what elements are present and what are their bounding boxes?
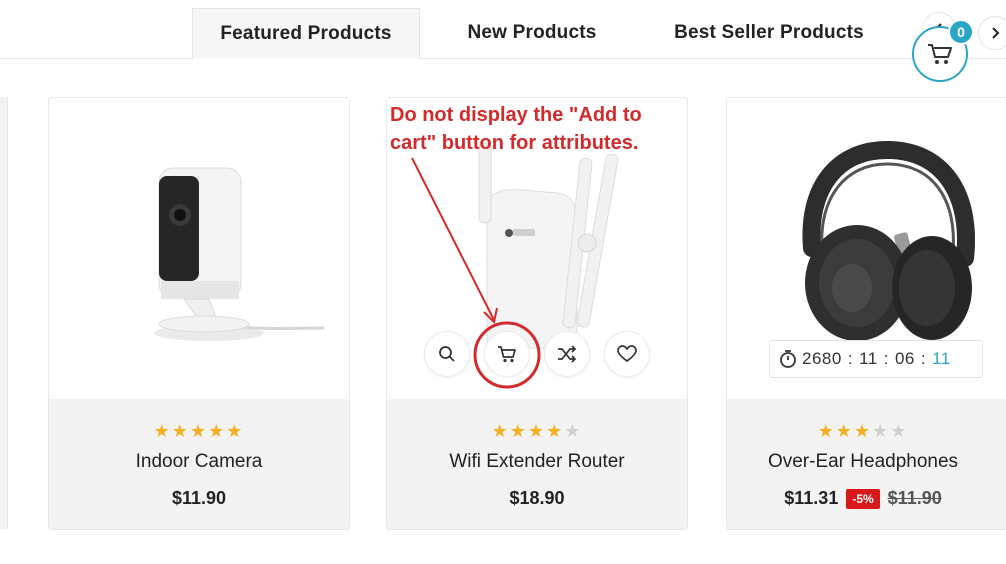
tab-label: Featured Products [220,23,392,44]
product-card-wifi-extender-router[interactable]: ★★★★★ Wifi Extender Router $18.90 [386,97,688,530]
heart-icon [617,345,637,363]
product-info: ★★★★★ Wifi Extender Router $18.90 [387,399,687,529]
discount-badge: -5% [846,488,880,509]
chevron-right-icon [992,27,1000,39]
old-price: $11.90 [887,488,942,508]
indoor-camera-image [154,167,325,341]
product-price-block: $11.31 -5% $11.90 [727,488,1006,509]
annotation-text: Do not display the "Add to cart" button … [390,101,642,157]
star-icon: ★ [564,421,583,441]
star-icon: ★ [872,421,891,441]
rating-stars: ★★★★★ [49,421,349,442]
add-to-cart-button[interactable] [484,331,530,377]
rating-stars: ★★★★★ [727,421,1006,442]
countdown-timer: 2680 : 11 : 06 : 11 [769,340,983,378]
cart-count-badge: 0 [948,19,974,45]
product-info: ★★★★★ Indoor Camera $11.90 [49,399,349,529]
tab-label: Best Seller Products [674,22,864,43]
rating-stars: ★★★★★ [387,421,687,442]
countdown-separator: : [847,349,854,368]
countdown-separator: : [883,349,889,368]
product-image[interactable] [49,98,349,399]
tab-new-products[interactable]: New Products [438,8,626,58]
carousel-next-button[interactable] [978,16,1006,50]
star-icon: ★ [890,421,909,441]
star-icon: ★ [226,421,245,441]
annotation-line: cart" button for attributes. [390,132,639,154]
tab-label: New Products [467,22,597,43]
star-icon: ★ [546,421,565,441]
star-icon: ★ [817,421,836,441]
countdown-separator: : [920,349,927,368]
product-price: $18.90 [509,488,565,508]
star-icon: ★ [208,421,227,441]
search-icon [439,346,455,362]
tabs-divider [0,58,1006,59]
tab-best-seller-products[interactable]: Best Seller Products [650,8,888,58]
cart-icon [498,346,516,363]
product-price: $11.90 [171,488,227,508]
star-icon: ★ [491,421,510,441]
tab-featured-products[interactable]: Featured Products [192,8,420,59]
star-icon: ★ [509,421,528,441]
previous-card-edge [0,97,8,529]
countdown-minutes: 06 [894,349,915,368]
annotation-line: Do not display the "Add to [390,104,642,126]
product-name[interactable]: Indoor Camera [49,451,349,473]
star-icon: ★ [527,421,547,441]
product-card-over-ear-headphones[interactable]: ★★★★★ Over-Ear Headphones $11.31 -5% $11… [726,97,1006,530]
product-name[interactable]: Wifi Extender Router [387,451,687,473]
product-info: ★★★★★ Over-Ear Headphones $11.31 -5% $11… [727,399,1006,529]
countdown-seconds: 11 [932,349,951,368]
product-card-indoor-camera[interactable]: ★★★★★ Indoor Camera $11.90 [48,97,350,530]
shuffle-icon [558,345,577,363]
product-name[interactable]: Over-Ear Headphones [727,451,1006,473]
countdown-days: 2680 [802,349,842,368]
cart-icon [928,44,952,64]
star-icon: ★ [853,421,873,441]
quick-view-button[interactable] [424,331,470,377]
star-icon: ★ [189,421,209,441]
product-price: $11.31 [784,488,839,508]
stopwatch-icon [780,350,796,368]
star-icon: ★ [153,421,172,441]
star-icon: ★ [835,421,854,441]
compare-button[interactable] [544,331,590,377]
wishlist-button[interactable] [604,331,650,377]
countdown-hours: 11 [859,349,878,368]
star-icon: ★ [171,421,190,441]
